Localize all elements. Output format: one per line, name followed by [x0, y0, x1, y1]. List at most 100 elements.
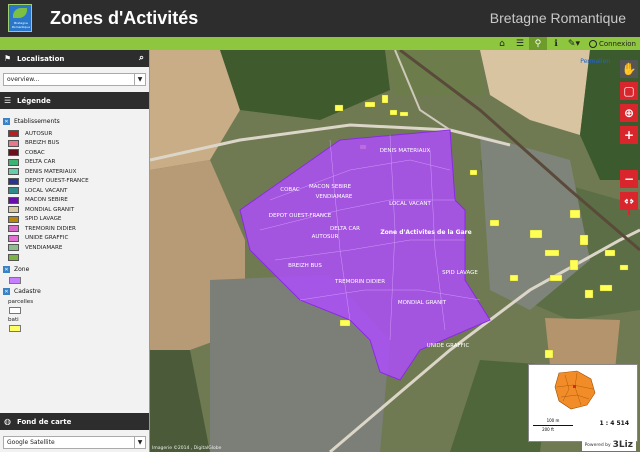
legend-swatch [8, 196, 19, 204]
legend-item [3, 253, 146, 263]
group-label: Zone [14, 266, 30, 273]
legend-item: VENDIAMARE [3, 243, 146, 253]
basemap-select-value: Google Satellite [7, 439, 55, 446]
map-controls: ✋ ▢ ⊕ + − ⇔ [618, 60, 640, 214]
app-logo[interactable]: Bretagne Romantique [8, 4, 32, 32]
globe-icon: ◍ [4, 417, 11, 426]
zone-title-label: Zone d'Activites de la Gare [380, 229, 471, 236]
logo-text: Bretagne Romantique [11, 21, 31, 29]
layer-checkbox[interactable]: ✕ [3, 288, 10, 295]
scale-ratio: 1 : 4 514 [599, 420, 629, 427]
localisation-title: Localisation [17, 54, 65, 63]
chevron-down-icon[interactable]: ▼ [134, 437, 145, 448]
legend-item-label: DENIS MATERIAUX [25, 168, 77, 175]
legend-group-zone[interactable]: ✕ Zone [3, 266, 146, 273]
chevron-down-icon[interactable]: ▼ [134, 74, 145, 85]
legend-swatch [8, 187, 19, 195]
map-label: UNIDE GRAFFIC [427, 343, 470, 349]
sidebar: ⚑ Localisation ⌕ overview... ▼ ☰ Légende… [0, 50, 150, 452]
legend-item: LOCAL VACANT [3, 186, 146, 196]
legend-swatch [8, 244, 19, 252]
localisation-icon[interactable]: ⚲ [528, 37, 547, 50]
legend-item-label: MACON SEBIRE [25, 197, 68, 204]
legend-item: SPID LAVAGE [3, 215, 146, 225]
legend-item: DENIS MATERIAUX [3, 167, 146, 177]
map-label: LOCAL VACANT [389, 201, 431, 207]
localisation-select[interactable]: overview... ▼ [3, 73, 146, 86]
legend-item-label: TREMORIN DIDIER [25, 225, 76, 232]
overview-map[interactable]: 100 m 200 ft 1 : 4 514 [528, 364, 638, 442]
brand-logo: 3Liz [612, 440, 633, 450]
map-label: MACON SEBIRE [309, 184, 352, 190]
permalien-link[interactable]: Permalien [580, 58, 610, 65]
map-label: BREIZH BUS [288, 263, 322, 269]
layer-checkbox[interactable]: ✕ [3, 266, 10, 273]
scalebar-imperial: 200 ft [542, 427, 554, 432]
list-icon: ☰ [4, 96, 12, 105]
app-title: Zones d'Activités [50, 8, 199, 28]
legend-item: MONDIAL GRANIT [3, 205, 146, 215]
map-label: TREMORIN DIDIER [334, 279, 385, 285]
bati-swatch [9, 325, 21, 332]
localisation-select-value: overview... [7, 76, 40, 83]
legend-item-label: LOCAL VACANT [25, 187, 68, 194]
legend-swatch [8, 139, 19, 147]
list-icon[interactable]: ☰ [511, 37, 529, 50]
logo-leaf-icon [13, 8, 27, 18]
map-label: SPID LAVAGE [442, 270, 478, 276]
zoom-tool-icon[interactable]: ⌕ [139, 53, 144, 63]
legend-item-label: DEPOT OUEST-FRANCE [25, 178, 89, 185]
legend-panel: ✕ Etablissements AUTOSUR BREIZH BUS COBAC D… [0, 111, 149, 413]
pan-hand-icon[interactable]: ✋ [620, 60, 638, 78]
map-label: MONDIAL GRANIT [398, 300, 447, 306]
legend-swatch [8, 149, 19, 157]
legend-swatch [8, 215, 19, 223]
app-subtitle: Bretagne Romantique [489, 10, 626, 26]
map-label: DENIS MATERIAUX [380, 148, 431, 154]
map-label: DEPOT OUEST-FRANCE [269, 213, 332, 219]
connexion-button[interactable]: Connexion [588, 39, 636, 48]
legend-item: AUTOSUR [3, 129, 146, 139]
home-icon[interactable]: ⌂ [493, 37, 511, 50]
layer-checkbox[interactable]: ✕ [3, 118, 10, 125]
toolbar: ⌂ ☰ ⚲ ℹ ✎▾ Connexion [0, 37, 640, 50]
zoom-out-button[interactable]: − [620, 170, 638, 188]
group-label: Etablissements [14, 118, 60, 125]
powered-by[interactable]: Powered by 3Liz [581, 439, 636, 451]
legend-group-etablissements[interactable]: ✕ Etablissements [3, 118, 146, 125]
localisation-header: ⚑ Localisation ⌕ [0, 50, 149, 67]
app-header: Bretagne Romantique Zones d'Activités Br… [0, 0, 640, 37]
legend-item: COBAC [3, 148, 146, 158]
legend-item: DELTA CAR [3, 158, 146, 168]
zoom-box-icon[interactable]: ▢ [620, 82, 638, 100]
map-attribution: Imagerie ©2014 , DigitalGlobe [152, 446, 222, 451]
legende-title: Légende [17, 96, 51, 105]
fond-de-carte-header: ◍ Fond de carte [0, 413, 149, 430]
map-label: DELTA CAR [330, 226, 360, 232]
geolocate-icon[interactable]: ⊕ [620, 104, 638, 122]
legend-swatch [8, 234, 19, 242]
legend-item-label: VENDIAMARE [25, 244, 63, 251]
edit-icon[interactable]: ✎▾ [565, 37, 583, 50]
zoom-slider[interactable] [628, 195, 630, 215]
legend-item-label: BREIZH BUS [25, 140, 60, 147]
info-icon[interactable]: ℹ [547, 37, 565, 50]
legend-group-cadastre[interactable]: ✕ Cadastre [3, 288, 146, 295]
etablissements-list: AUTOSUR BREIZH BUS COBAC DELTA CAR DENIS MAT… [3, 129, 146, 262]
zone-swatch [9, 277, 21, 284]
legend-item-label: COBAC [25, 149, 45, 156]
zoom-in-button[interactable]: + [620, 126, 638, 144]
fond-de-carte-title: Fond de carte [17, 417, 72, 426]
overview-canvas[interactable] [529, 365, 637, 415]
legend-item-label: MONDIAL GRANIT [25, 206, 75, 213]
legend-swatch [8, 130, 19, 138]
legend-item: UNIDE GRAFFIC [3, 234, 146, 244]
powered-by-label: Powered by [584, 442, 611, 448]
legend-item-label: AUTOSUR [25, 130, 53, 137]
legend-item: BREIZH BUS [3, 139, 146, 149]
basemap-panel: ◍ Fond de carte Google Satellite ▼ [0, 413, 149, 455]
basemap-select[interactable]: Google Satellite ▼ [3, 436, 146, 449]
map-view[interactable]: DENIS MATERIAUX COBAC MACON SEBIRE VENDI… [150, 50, 640, 452]
group-label: Cadastre [14, 288, 41, 295]
legende-header: ☰ Légende [0, 92, 149, 109]
